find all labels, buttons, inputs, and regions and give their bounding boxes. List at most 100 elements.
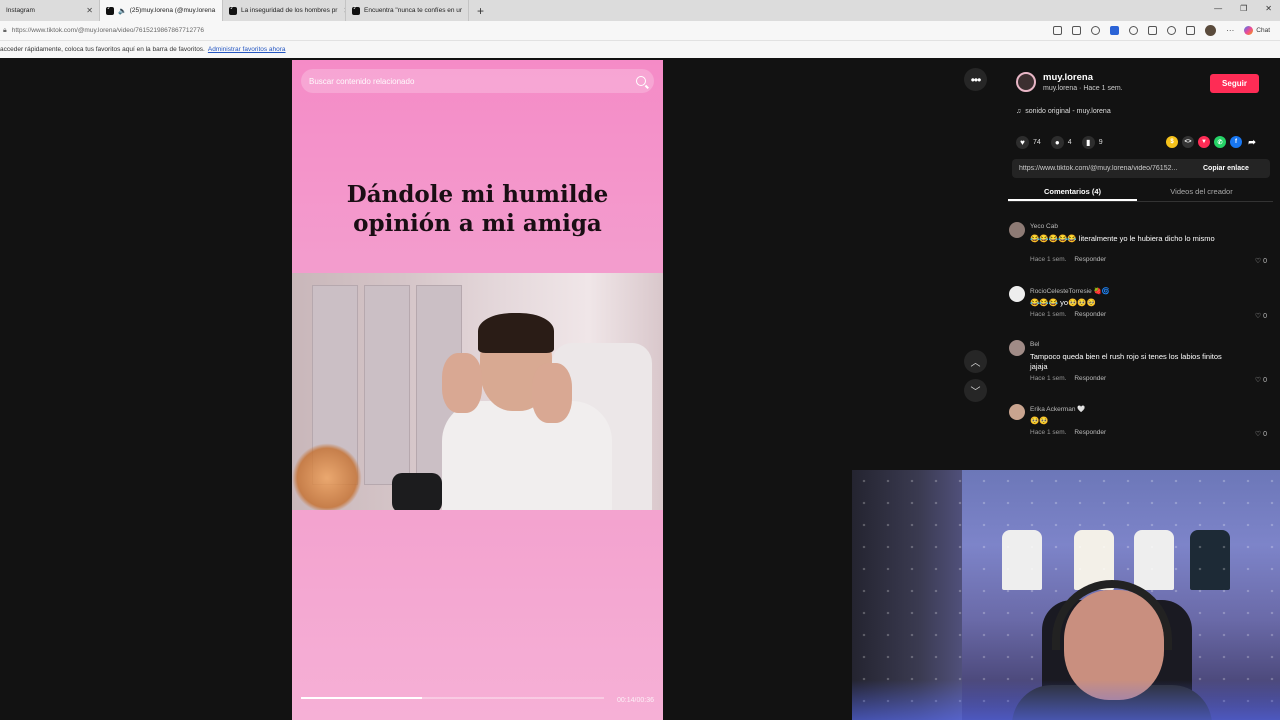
sound-link[interactable]: ♫ sonido original - muy.lorena	[1016, 108, 1111, 115]
chevron-down-icon: ﹀	[970, 387, 981, 398]
commenter-name[interactable]: Bel	[1030, 341, 1039, 348]
video-progress-bar[interactable]	[301, 697, 604, 699]
reply-button[interactable]: Responder	[1074, 256, 1106, 263]
video-player[interactable]: Dándole mi humilde opinión a mi amiga 00…	[292, 60, 663, 720]
save-button[interactable]: ▮ 9	[1081, 136, 1103, 149]
restore-icon[interactable]: ❐	[1240, 4, 1247, 13]
profile-avatar[interactable]	[1205, 25, 1217, 36]
copy-link-box: https://www.tiktok.com/@muy.lorena/video…	[1012, 159, 1270, 178]
split-screen-icon[interactable]	[1148, 26, 1158, 35]
comment-meta: Hace 1 sem. Responder	[1030, 375, 1106, 382]
commenter-avatar[interactable]	[1009, 222, 1025, 238]
tab-comments[interactable]: Comentarios (4)	[1008, 184, 1137, 201]
whatsapp-icon[interactable]: ✆	[1214, 136, 1226, 148]
tab-label: La inseguridad de los hombres pr	[241, 7, 338, 14]
send-icon[interactable]: ▼	[1198, 136, 1210, 148]
comment-like-count: 0	[1263, 377, 1267, 384]
related-search-input[interactable]	[309, 76, 629, 86]
comment-button[interactable]: ● 4	[1050, 136, 1072, 149]
commenter-name[interactable]: Erika Ackerman 🤍	[1030, 405, 1085, 413]
tab-tiktok-2[interactable]: La inseguridad de los hombres pr ✕	[223, 0, 346, 21]
comment-like[interactable]: ♡ 0	[1255, 312, 1267, 320]
comment-icon: ●	[1050, 136, 1064, 149]
close-icon[interactable]: ✕	[215, 6, 222, 15]
speaker-icon[interactable]: 🔈	[118, 7, 127, 15]
share-arrow-icon[interactable]: ➦	[1246, 136, 1258, 148]
person-hand	[442, 353, 482, 413]
more-options-button[interactable]: •••	[964, 68, 987, 91]
copilot-icon	[1244, 26, 1254, 35]
comment-like[interactable]: ♡ 0	[1255, 430, 1267, 438]
author-info: muy.lorena muy.lorena · Hace 1 sem.	[1016, 72, 1123, 92]
new-tab-icon[interactable]: +	[477, 4, 484, 18]
chevron-up-icon: ︿	[970, 358, 981, 369]
tab-tiktok-active[interactable]: 🔈 (25)muy.lorena (@muy.lorena ✕	[100, 0, 223, 21]
close-icon[interactable]: ✕	[462, 6, 468, 15]
manage-favorites-link[interactable]: Administrar favoritos ahora	[208, 46, 286, 53]
commenter-avatar[interactable]	[1009, 404, 1025, 420]
follow-button[interactable]: Seguir	[1210, 74, 1259, 93]
comment-like-count: 0	[1263, 431, 1267, 438]
url-field[interactable]: https://www.tiktok.com/@muy.lorena/video…	[12, 27, 204, 34]
commenter-name[interactable]: RocioCelesteTorresie 🍓🌀	[1030, 287, 1110, 295]
favorites-icon[interactable]	[1167, 26, 1177, 35]
minimize-icon[interactable]: —	[1214, 4, 1222, 13]
lamp	[292, 443, 362, 510]
comment-count: 4	[1067, 139, 1072, 146]
author-name[interactable]: muy.lorena	[1043, 72, 1123, 83]
video-time: 00:14/00:36	[617, 697, 654, 704]
copilot-chat-button[interactable]: Chat	[1244, 26, 1270, 35]
facebook-icon[interactable]: f	[1230, 136, 1242, 148]
led-glow	[852, 680, 1280, 720]
embed-icon[interactable]: <>	[1182, 136, 1194, 148]
person-hand	[532, 363, 572, 423]
microphone	[392, 473, 442, 510]
author-avatar[interactable]	[1016, 72, 1036, 92]
tab-creator-videos[interactable]: Videos del creador	[1137, 184, 1266, 201]
reply-button[interactable]: Responder	[1074, 375, 1106, 382]
comment-meta: Hace 1 sem. Responder	[1030, 311, 1106, 318]
commenter-avatar[interactable]	[1009, 286, 1025, 302]
comment-time: Hace 1 sem.	[1030, 256, 1067, 263]
more-menu-icon[interactable]: ···	[1226, 26, 1234, 35]
like-count: 74	[1033, 139, 1041, 146]
star-icon[interactable]	[1091, 26, 1101, 35]
tab-label: (25)muy.lorena (@muy.lorena	[129, 7, 216, 14]
close-icon[interactable]: ✕	[80, 6, 93, 15]
like-button[interactable]: ♥ 74	[1016, 136, 1041, 149]
related-search-bar	[301, 69, 654, 93]
person-hair	[478, 313, 554, 353]
comment-time: Hace 1 sem.	[1030, 429, 1067, 436]
comment-like[interactable]: ♡ 0	[1255, 257, 1267, 265]
engagement-stats: ♥ 74 ● 4 ▮ 9	[1016, 136, 1103, 149]
next-video-button[interactable]: ﹀	[964, 379, 987, 402]
tiktok-icon	[352, 4, 360, 15]
tab-tiktok-3[interactable]: Encuentra "nunca te confíes en ur ✕	[346, 0, 469, 21]
search-icon[interactable]	[636, 76, 646, 86]
save-count: 9	[1098, 139, 1103, 146]
copy-link-button[interactable]: Copiar enlace	[1203, 165, 1249, 172]
video-link: https://www.tiktok.com/@muy.lorena/video…	[1019, 165, 1178, 172]
commenter-avatar[interactable]	[1009, 340, 1025, 356]
previous-video-button[interactable]: ︿	[964, 350, 987, 373]
puzzle-icon[interactable]	[1129, 26, 1139, 35]
close-icon[interactable]: ✕	[337, 6, 345, 15]
music-note-icon: ♫	[1016, 108, 1022, 115]
extension-icon[interactable]	[1110, 26, 1120, 35]
tab-instagram[interactable]: Instagram ✕	[0, 0, 100, 21]
author-subtitle: muy.lorena · Hace 1 sem.	[1043, 85, 1123, 92]
video-caption: Dándole mi humilde opinión a mi amiga	[346, 181, 609, 237]
reply-button[interactable]: Responder	[1074, 311, 1106, 318]
translate-icon[interactable]	[1072, 26, 1082, 35]
lock-icon[interactable]: 🔒︎	[3, 27, 7, 35]
comment-text: Tampoco queda bien el rush rojo si tenes…	[1030, 352, 1222, 371]
close-window-icon[interactable]: ✕	[1265, 4, 1272, 13]
comment-like[interactable]: ♡ 0	[1255, 376, 1267, 384]
comment-meta: Hace 1 sem. Responder	[1030, 429, 1106, 436]
coin-icon[interactable]: $	[1166, 136, 1178, 148]
reply-button[interactable]: Responder	[1074, 429, 1106, 436]
open-app-icon[interactable]	[1053, 26, 1063, 35]
toolbar-icons: ··· Chat	[1053, 25, 1270, 36]
collections-icon[interactable]	[1186, 26, 1196, 35]
commenter-name[interactable]: Yeco Cab	[1030, 223, 1058, 230]
